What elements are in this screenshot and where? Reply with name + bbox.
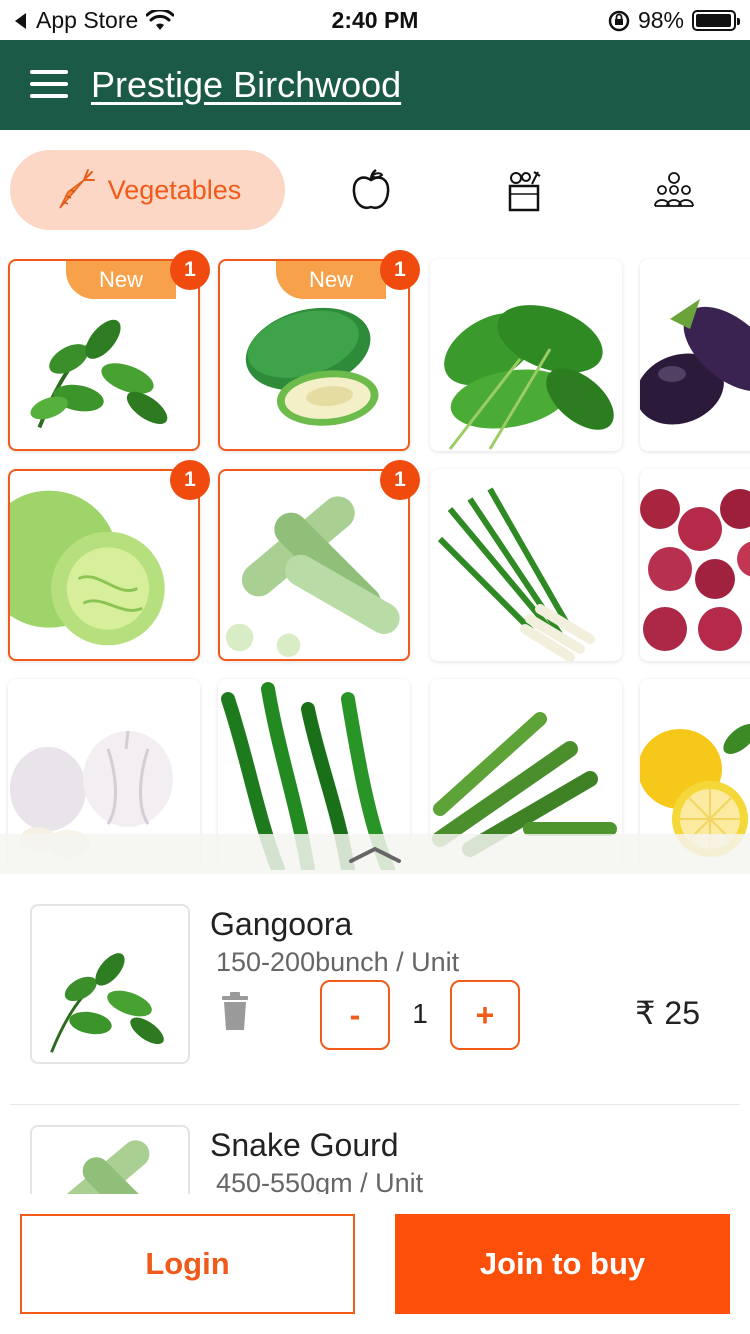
cart-item: Gangoora 150-200bunch / Unit - 1 + ₹ 25 [0,874,750,1105]
new-badge: New [66,261,176,299]
cart-item-price: ₹ 25 [635,995,700,1031]
cart-item: Snake Gourd 450-550gm / Unit [0,1095,750,1194]
battery-percent: 98% [637,7,684,33]
cart-list: Gangoora 150-200bunch / Unit - 1 + ₹ 25 … [0,874,750,1194]
hamburger-menu-icon[interactable] [30,70,70,102]
back-app-label: App Store [36,7,139,33]
orientation-lock-icon [608,10,630,31]
category-tabs: Vegetables [0,130,750,250]
product-tile-raw-papaya[interactable]: New [218,259,410,451]
grocery-box-icon [508,171,541,212]
snake-gourd-image [225,496,400,658]
gangoora-thumb-icon [50,953,164,1053]
tab-vegetables-label: Vegetables [107,174,242,205]
product-tile-spring-onion[interactable] [430,469,622,661]
trash-icon[interactable] [220,992,250,1032]
join-to-buy-button[interactable]: Join to buy [395,1214,730,1314]
product-tile-red-onion[interactable] [640,469,750,661]
product-tile-brinjal[interactable] [640,259,750,451]
cart-item-unit: 450-550gm / Unit [216,1168,424,1194]
red-onion-image [640,489,750,651]
product-tile-snake-gourd[interactable] [218,469,410,661]
cart-item-thumb [30,1125,190,1194]
product-tile-cabbage[interactable] [8,469,200,661]
carrot-icon [59,169,95,209]
cart-item-unit: 150-200bunch / Unit [216,947,460,977]
decrease-quantity-button[interactable]: - [320,980,390,1050]
cart-item-thumb [30,904,190,1064]
status-right: 98% [608,7,740,34]
cart-item-name: Snake Gourd [210,1127,399,1163]
cart-count-badge: 1 [380,250,420,290]
cart-count-badge: 1 [170,250,210,290]
collapse-handle[interactable] [0,834,750,874]
login-button[interactable]: Login [20,1214,355,1314]
cart-count-badge: 1 [380,460,420,500]
quantity-value: 1 [412,998,428,1029]
product-tile-spinach[interactable] [430,259,622,451]
tab-vegetables[interactable]: Vegetables [10,150,285,230]
back-triangle-icon [15,12,26,29]
footer-actions: Login Join to buy [0,1194,750,1334]
product-grid: New 1 New 1 1 1 [0,250,750,870]
app-screen: App Store 2:40 PM 98% Prestige Birchwood… [0,0,750,1334]
app-header: Prestige Birchwood [0,40,750,130]
tab-groceries[interactable] [502,168,546,212]
new-badge: New [276,261,386,299]
location-title[interactable]: Prestige Birchwood [91,64,401,106]
apple-icon [352,168,390,209]
battery-level [696,14,732,27]
cabbage-image [10,490,165,646]
product-tile-gangoora[interactable]: New [8,259,200,451]
chevron-up-icon [349,846,401,863]
snake-gourd-thumb-icon [60,1140,167,1194]
cart-count-badge: 1 [170,460,210,500]
status-bar: App Store 2:40 PM 98% [0,0,750,40]
brinjal-image [640,299,750,425]
increase-quantity-button[interactable]: + [450,980,520,1050]
back-to-app[interactable]: App Store [14,7,175,34]
spinach-image [444,305,614,450]
tab-fruits[interactable] [349,168,393,212]
people-icon [654,172,694,207]
battery-icon [692,10,740,31]
spring-onion-image [437,487,595,661]
wifi-icon [146,9,175,30]
tab-community[interactable] [652,168,696,212]
cart-item-name: Gangoora [210,906,353,942]
